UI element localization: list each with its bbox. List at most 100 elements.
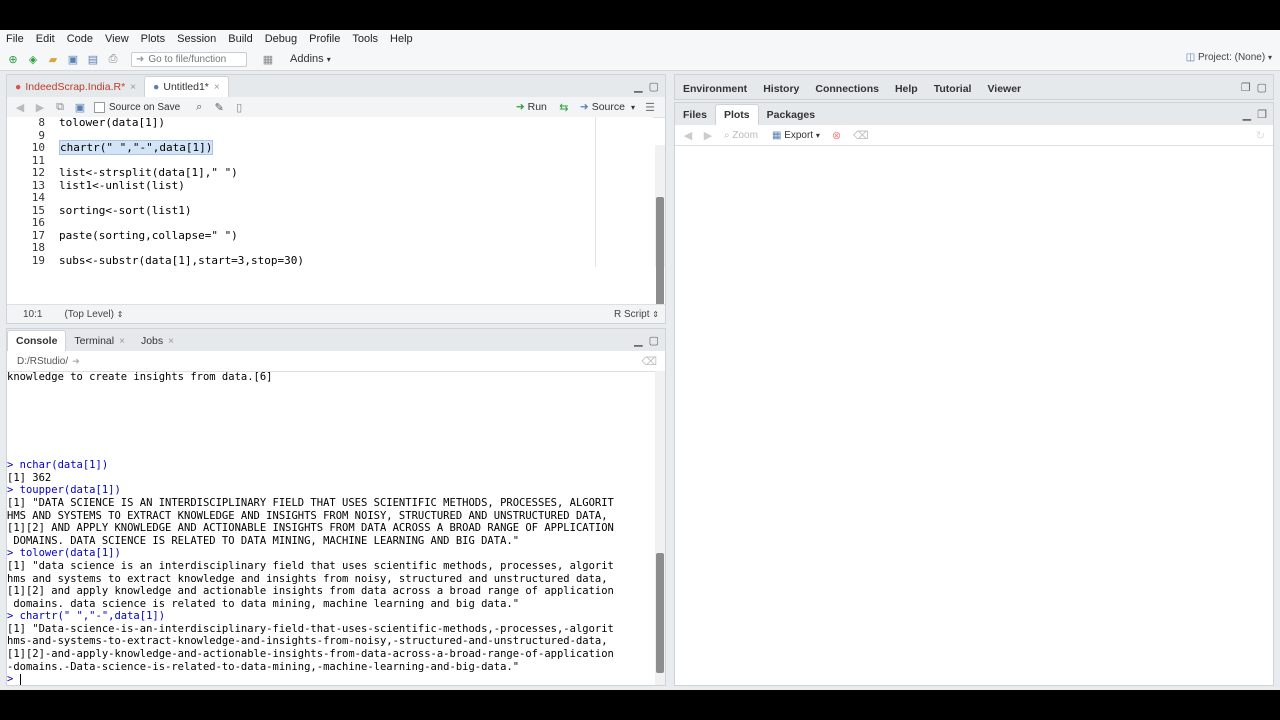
outline-icon[interactable]: ☰ bbox=[643, 100, 657, 114]
go-to-directory-icon[interactable]: ➜ bbox=[72, 356, 80, 367]
chevron-updown-icon: ⇕ bbox=[116, 309, 124, 319]
goto-file-input[interactable]: ➜ Go to file/function bbox=[131, 51, 247, 67]
menu-profile[interactable]: Profile bbox=[303, 33, 346, 45]
code-line[interactable]: sorting<-sort(list1) bbox=[59, 203, 653, 218]
menu-view[interactable]: View bbox=[99, 33, 135, 45]
editor-scrollbar[interactable] bbox=[655, 145, 665, 307]
save-icon[interactable]: ▣ bbox=[73, 100, 87, 114]
back-icon[interactable]: ◀ bbox=[13, 100, 27, 114]
menu-tools[interactable]: Tools bbox=[346, 33, 384, 45]
run-button[interactable]: ➜ Run bbox=[516, 101, 547, 113]
menu-code[interactable]: Code bbox=[61, 33, 99, 45]
filetype-selector[interactable]: R Script ⇕ bbox=[614, 309, 659, 320]
restore-icon[interactable]: ❐ bbox=[1257, 108, 1267, 121]
code-text: sorting<-sort(list1) bbox=[59, 203, 192, 217]
close-icon[interactable]: × bbox=[168, 336, 174, 347]
chevron-down-icon: ▾ bbox=[326, 55, 331, 64]
zoom-button[interactable]: ⌕ Zoom bbox=[724, 130, 758, 141]
editor-scrollbar-thumb[interactable] bbox=[656, 197, 664, 307]
tab-label: History bbox=[763, 83, 800, 95]
tab-label: IndeedScrap.India.R* bbox=[25, 81, 126, 93]
source-button[interactable]: ➜ Source ▾ bbox=[580, 101, 635, 113]
addins-menu[interactable]: Addins ▾ bbox=[290, 53, 331, 65]
code-line[interactable]: paste(sorting,collapse=" ") bbox=[59, 229, 653, 243]
tab-tutorial[interactable]: Tutorial bbox=[926, 77, 980, 99]
rerun-icon[interactable]: ⇆ bbox=[557, 100, 571, 114]
tab-help[interactable]: Help bbox=[887, 77, 926, 99]
new-project-icon[interactable]: ◈ bbox=[26, 52, 40, 66]
tab-viewer[interactable]: Viewer bbox=[979, 77, 1029, 99]
tab-packages[interactable]: Packages bbox=[759, 105, 823, 125]
menu-help[interactable]: Help bbox=[384, 33, 419, 45]
menu-build[interactable]: Build bbox=[222, 33, 258, 45]
save-icon[interactable]: ▣ bbox=[66, 52, 80, 66]
menu-plots[interactable]: Plots bbox=[135, 33, 171, 45]
console-prompt-line[interactable]: > bbox=[7, 673, 655, 685]
remove-plot-icon[interactable]: ⊗ bbox=[832, 129, 841, 142]
console-output[interactable]: knowledge to create insights from data.[… bbox=[7, 371, 655, 685]
maximize-icon[interactable]: ▢ bbox=[649, 334, 659, 347]
compile-report-icon[interactable]: ▯ bbox=[232, 100, 246, 114]
tab-connections[interactable]: Connections bbox=[807, 77, 887, 99]
minimize-icon[interactable]: ▁ bbox=[634, 334, 642, 347]
console-prompt: > bbox=[7, 673, 14, 685]
menu-debug[interactable]: Debug bbox=[259, 33, 303, 45]
tab-jobs[interactable]: Jobs × bbox=[133, 331, 182, 351]
tab-terminal[interactable]: Terminal × bbox=[66, 331, 133, 351]
minimize-icon[interactable]: ▁ bbox=[1243, 108, 1251, 121]
chevron-down-icon: ▾ bbox=[630, 102, 635, 112]
console-tabbar: Console Terminal × Jobs × ▁ ▢ bbox=[7, 329, 665, 352]
scope-selector[interactable]: (Top Level) ⇕ bbox=[64, 309, 123, 320]
workspace-panes-icon[interactable]: ▦ bbox=[261, 52, 275, 66]
export-button[interactable]: ▦ Export ▾ bbox=[772, 130, 820, 141]
tab-history[interactable]: History bbox=[755, 77, 807, 99]
maximize-icon[interactable]: ▢ bbox=[649, 80, 659, 93]
forward-icon[interactable]: ▶ bbox=[701, 128, 715, 142]
print-icon[interactable]: ⎙ bbox=[106, 52, 120, 66]
console-output-line: knowledge to create insights from data.[… bbox=[7, 371, 273, 383]
console-scrollbar-thumb[interactable] bbox=[656, 553, 664, 673]
clear-console-icon[interactable]: ⌫ bbox=[641, 355, 657, 368]
tab-environment[interactable]: Environment bbox=[675, 77, 755, 99]
tab-console[interactable]: Console bbox=[7, 330, 67, 351]
minimize-icon[interactable]: ▁ bbox=[634, 80, 642, 93]
code-line[interactable]: subs<-substr(data[1],start=3,stop=30) bbox=[59, 254, 653, 268]
code-line[interactable]: tolower(data[1]) bbox=[59, 117, 653, 130]
tab-untitled1[interactable]: ● Untitled1* × bbox=[144, 76, 229, 97]
console-pane: Console Terminal × Jobs × ▁ ▢ D:/RStudio/ … bbox=[6, 328, 666, 686]
new-file-icon[interactable]: ⊕ bbox=[6, 52, 20, 66]
save-all-icon[interactable]: ▤ bbox=[86, 52, 100, 66]
tab-label: Files bbox=[683, 109, 707, 121]
code-text: tolower(data[1]) bbox=[59, 117, 165, 129]
menu-edit[interactable]: Edit bbox=[30, 33, 61, 45]
restore-icon[interactable]: ❐ bbox=[1241, 81, 1251, 94]
zoom-label: Zoom bbox=[732, 129, 758, 141]
tab-indeedscrap[interactable]: ● IndeedScrap.India.R* × bbox=[7, 77, 144, 97]
line-number: 8 bbox=[38, 117, 45, 129]
show-in-window-icon[interactable]: ⧉ bbox=[53, 100, 67, 114]
clear-plots-icon[interactable]: ⌫ bbox=[853, 129, 869, 142]
open-file-icon[interactable]: ▰ bbox=[46, 52, 60, 66]
tab-files[interactable]: Files bbox=[675, 105, 715, 125]
back-icon[interactable]: ◀ bbox=[681, 128, 695, 142]
code-tools-icon[interactable]: ✎ bbox=[212, 100, 226, 114]
maximize-icon[interactable]: ▢ bbox=[1257, 81, 1267, 94]
code-line[interactable]: list1<-unlist(list) bbox=[59, 179, 653, 193]
console-path: D:/RStudio/ bbox=[17, 355, 69, 367]
source-on-save-checkbox[interactable] bbox=[94, 101, 105, 113]
console-scrollbar[interactable] bbox=[655, 371, 665, 685]
close-icon[interactable]: × bbox=[214, 82, 220, 93]
close-icon[interactable]: × bbox=[130, 82, 136, 93]
project-menu[interactable]: ◫ Project: (None) ▾ bbox=[1186, 52, 1272, 63]
forward-icon[interactable]: ▶ bbox=[33, 100, 47, 114]
search-icon[interactable]: ⌕ bbox=[192, 100, 206, 114]
menu-file[interactable]: File bbox=[0, 33, 30, 45]
close-icon[interactable]: × bbox=[119, 336, 125, 347]
code-editor[interactable]: 8910111213141516171819202122 tolower(dat… bbox=[7, 117, 653, 267]
console-output-line: HMS AND SYSTEMS TO EXTRACT KNOWLEDGE AND… bbox=[7, 509, 608, 522]
code-line[interactable]: chartr(" ","-",data[1]) bbox=[59, 140, 653, 155]
refresh-icon[interactable]: ↻ bbox=[1256, 129, 1265, 142]
menu-session[interactable]: Session bbox=[171, 33, 222, 45]
tab-plots[interactable]: Plots bbox=[714, 104, 759, 125]
